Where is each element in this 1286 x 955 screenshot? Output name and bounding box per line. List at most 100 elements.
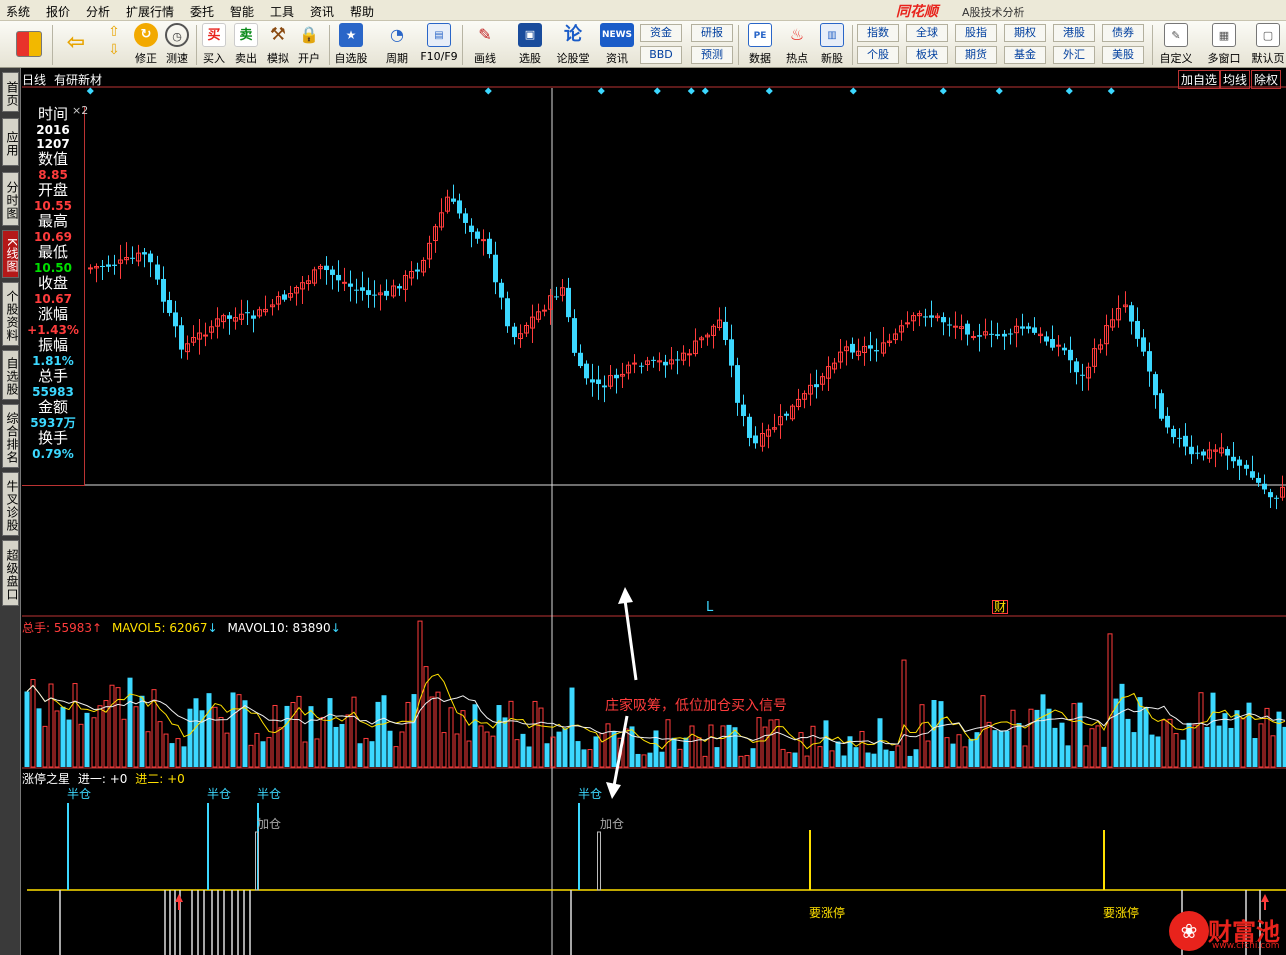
multi-window-icon: ▦ xyxy=(1212,23,1236,47)
customize-button[interactable]: ✎ 自定义 xyxy=(1156,23,1196,67)
volume-bar-up xyxy=(1173,733,1179,768)
menu-system[interactable]: 系统 xyxy=(6,3,30,20)
volume-bar-down xyxy=(24,691,30,767)
volume-bar-down xyxy=(369,741,375,767)
tab-super-orderbook[interactable]: 超级盘口 xyxy=(2,540,19,606)
watchlist-button[interactable]: ★ 自选股 xyxy=(332,23,370,67)
candle-body-down xyxy=(324,265,329,271)
menu-trade[interactable]: 委托 xyxy=(190,3,214,20)
stock-index-futures-button[interactable]: 股指 xyxy=(955,24,997,42)
volume-bar-down xyxy=(139,695,145,767)
marker-l[interactable]: L xyxy=(706,600,713,615)
speed-test-button[interactable]: ◷ 测速 xyxy=(157,23,197,67)
volume-bar-up xyxy=(218,716,224,768)
default-page-icon: ▢ xyxy=(1256,23,1280,47)
home-button[interactable] xyxy=(10,23,48,67)
menu-quote[interactable]: 报价 xyxy=(46,3,70,20)
global-button[interactable]: 全球 xyxy=(906,24,948,42)
us-stock-button[interactable]: 美股 xyxy=(1102,46,1144,64)
close-value: 10.67 xyxy=(34,292,72,306)
news-button[interactable]: NEWS 资讯 xyxy=(597,23,637,67)
volume-bar-up xyxy=(817,746,823,768)
volume-bar-up xyxy=(429,696,435,768)
f10-button[interactable]: ▤ F10/F9 xyxy=(417,23,461,67)
default-page-button[interactable]: ▢ 默认页 xyxy=(1250,23,1286,67)
hot-button[interactable]: ♨ 热点 xyxy=(777,23,817,67)
back-button[interactable]: ⇦ xyxy=(56,23,96,67)
fund-button[interactable]: 基金 xyxy=(1004,46,1046,64)
ex-rights-button[interactable]: 除权 xyxy=(1251,70,1282,89)
volume-bar-down xyxy=(66,719,72,767)
bond-button[interactable]: 债券 xyxy=(1102,24,1144,42)
new-stock-button[interactable]: ▥ 新股 xyxy=(812,23,852,67)
event-marker-icon xyxy=(1107,87,1115,95)
data-button[interactable]: PE 数据 xyxy=(740,23,780,67)
sector-button[interactable]: 板块 xyxy=(906,46,948,64)
volume-bar-up xyxy=(78,723,84,768)
tab-timeshare[interactable]: 分时图 xyxy=(2,172,19,226)
add-watchlist-button[interactable]: 加自选 xyxy=(1178,70,1221,89)
tab-kline[interactable]: K线图 xyxy=(2,230,19,278)
open-account-button[interactable]: 🔒 开户 xyxy=(289,23,329,67)
tab-home[interactable]: 首页 xyxy=(2,72,19,112)
candle-body-down xyxy=(330,269,335,275)
fund-flow-button[interactable]: 资金 xyxy=(640,24,682,42)
app-logo: 同花顺 xyxy=(896,4,938,20)
menu-tools[interactable]: 工具 xyxy=(270,3,294,20)
volume-bar-down xyxy=(556,731,562,767)
clock-icon: ◷ xyxy=(165,23,189,47)
volume-bar-down xyxy=(260,741,266,767)
bbd-button[interactable]: BBD xyxy=(640,46,682,64)
multi-window-button[interactable]: ▦ 多窗口 xyxy=(1204,23,1244,67)
candle-body-down xyxy=(814,384,819,388)
left-tab-bar: 首页 应用 分时图 K线图 个股资料 自选股 综合排名 牛叉诊股 超级盘口 xyxy=(0,68,21,955)
tab-ranking[interactable]: 综合排名 xyxy=(2,404,19,468)
stock-picker-button[interactable]: ▣ 选股 xyxy=(510,23,550,67)
arrow-down-icon: ↓ xyxy=(207,621,218,635)
volume-bar-down xyxy=(1282,726,1286,767)
event-marker-icon xyxy=(86,87,94,95)
forex-button[interactable]: 外汇 xyxy=(1053,46,1095,64)
candle-body-down xyxy=(874,350,879,352)
candlestick-series xyxy=(88,184,1285,510)
tab-diagnosis[interactable]: 牛叉诊股 xyxy=(2,472,19,536)
research-report-button[interactable]: 研报 xyxy=(691,24,733,42)
candle-body-down xyxy=(995,334,1000,336)
menu-help[interactable]: 帮助 xyxy=(350,3,374,20)
ma-toggle-button[interactable]: 均线 xyxy=(1220,70,1251,89)
volume-bar-down xyxy=(1210,692,1216,767)
scroll-arrows[interactable]: ⇧ ⇩ xyxy=(100,23,128,67)
forecast-button[interactable]: 预测 xyxy=(691,46,733,64)
chart-area[interactable]: 日线 有研新材 加自选 均线 除权 ×2 时间 2016 1207 数值 8.8… xyxy=(22,68,1286,955)
indicator-name[interactable]: 涨停之星 xyxy=(22,772,70,786)
forum-button[interactable]: 论 论股堂 xyxy=(553,23,593,67)
chart-canvas[interactable] xyxy=(22,68,1286,955)
screen-picker-icon: ▣ xyxy=(518,23,542,47)
marker-financial[interactable]: 财 xyxy=(992,600,1009,614)
tab-watchlist[interactable]: 自选股 xyxy=(2,350,19,400)
chart-period[interactable]: 日线 xyxy=(22,71,46,88)
tab-stock-profile[interactable]: 个股资料 xyxy=(2,282,19,346)
candle-body-down xyxy=(155,264,160,280)
hk-stock-button[interactable]: 港股 xyxy=(1053,24,1095,42)
menu-analysis[interactable]: 分析 xyxy=(86,3,110,20)
individual-stock-button[interactable]: 个股 xyxy=(857,46,899,64)
arrow-down-icon: ↓ xyxy=(330,621,341,635)
draw-line-button[interactable]: ✎ 画线 xyxy=(465,23,505,67)
volume-bar-down xyxy=(1119,683,1125,767)
candle-body-down xyxy=(1201,451,1206,456)
volume-bar-up xyxy=(786,752,792,768)
info-close-button[interactable]: ×2 xyxy=(72,104,88,117)
index-button[interactable]: 指数 xyxy=(857,24,899,42)
signal-add-position: 加仓 xyxy=(257,817,282,831)
period-button[interactable]: ◔ 周期 xyxy=(377,23,417,67)
futures-button[interactable]: 期货 xyxy=(955,46,997,64)
candle-body-down xyxy=(384,290,389,296)
options-button[interactable]: 期权 xyxy=(1004,24,1046,42)
candle-body-up xyxy=(481,239,486,242)
menu-extended-quotes[interactable]: 扩展行情 xyxy=(126,3,174,20)
menu-news[interactable]: 资讯 xyxy=(310,3,334,20)
candle-body-down xyxy=(451,198,456,202)
tab-apps[interactable]: 应用 xyxy=(2,118,19,166)
menu-smart[interactable]: 智能 xyxy=(230,3,254,20)
